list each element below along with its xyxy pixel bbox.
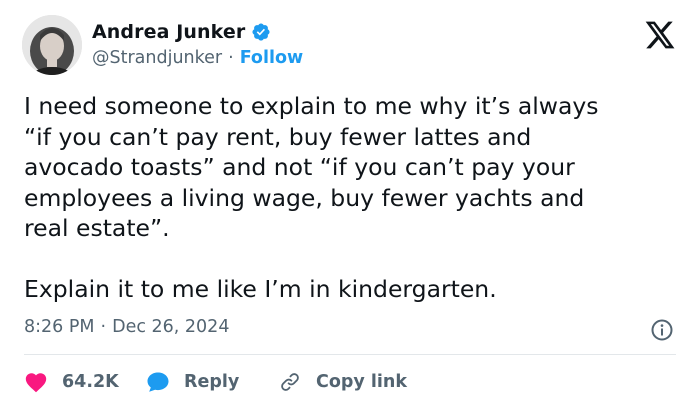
handle-row: @Strandjunker · Follow — [92, 48, 303, 68]
tweet-date[interactable]: Dec 26, 2024 — [112, 317, 229, 337]
reply-label: Reply — [184, 372, 240, 392]
handle-separator: · — [228, 48, 234, 68]
link-icon — [278, 371, 302, 393]
tweet-card: Andrea Junker @Strandjunker · Follow I n… — [0, 0, 700, 410]
like-count: 64.2K — [62, 372, 119, 392]
like-button[interactable]: 64.2K — [24, 371, 146, 393]
tweet-time[interactable]: 8:26 PM — [24, 317, 95, 337]
avatar[interactable] — [22, 15, 82, 75]
actions-divider — [24, 354, 676, 355]
copy-link-button[interactable]: Copy link — [278, 371, 407, 393]
tweet-text: I need someone to explain to me why it’s… — [24, 92, 599, 303]
x-logo-icon[interactable] — [644, 20, 676, 50]
reply-button[interactable]: Reply — [146, 371, 278, 393]
reply-bubble-icon — [146, 371, 170, 393]
info-icon[interactable] — [650, 318, 674, 342]
author-handle[interactable]: @Strandjunker — [92, 48, 222, 68]
verified-badge-icon — [251, 22, 271, 42]
tweet-meta: 8:26 PM · Dec 26, 2024 — [24, 317, 229, 337]
tweet-actions: 64.2K Reply Copy link — [24, 368, 407, 396]
meta-separator: · — [100, 317, 107, 337]
follow-button[interactable]: Follow — [240, 48, 303, 68]
author-name-row: Andrea Junker — [92, 19, 271, 45]
author-display-name[interactable]: Andrea Junker — [92, 21, 245, 43]
heart-icon — [24, 371, 48, 393]
copy-link-label: Copy link — [316, 372, 407, 392]
